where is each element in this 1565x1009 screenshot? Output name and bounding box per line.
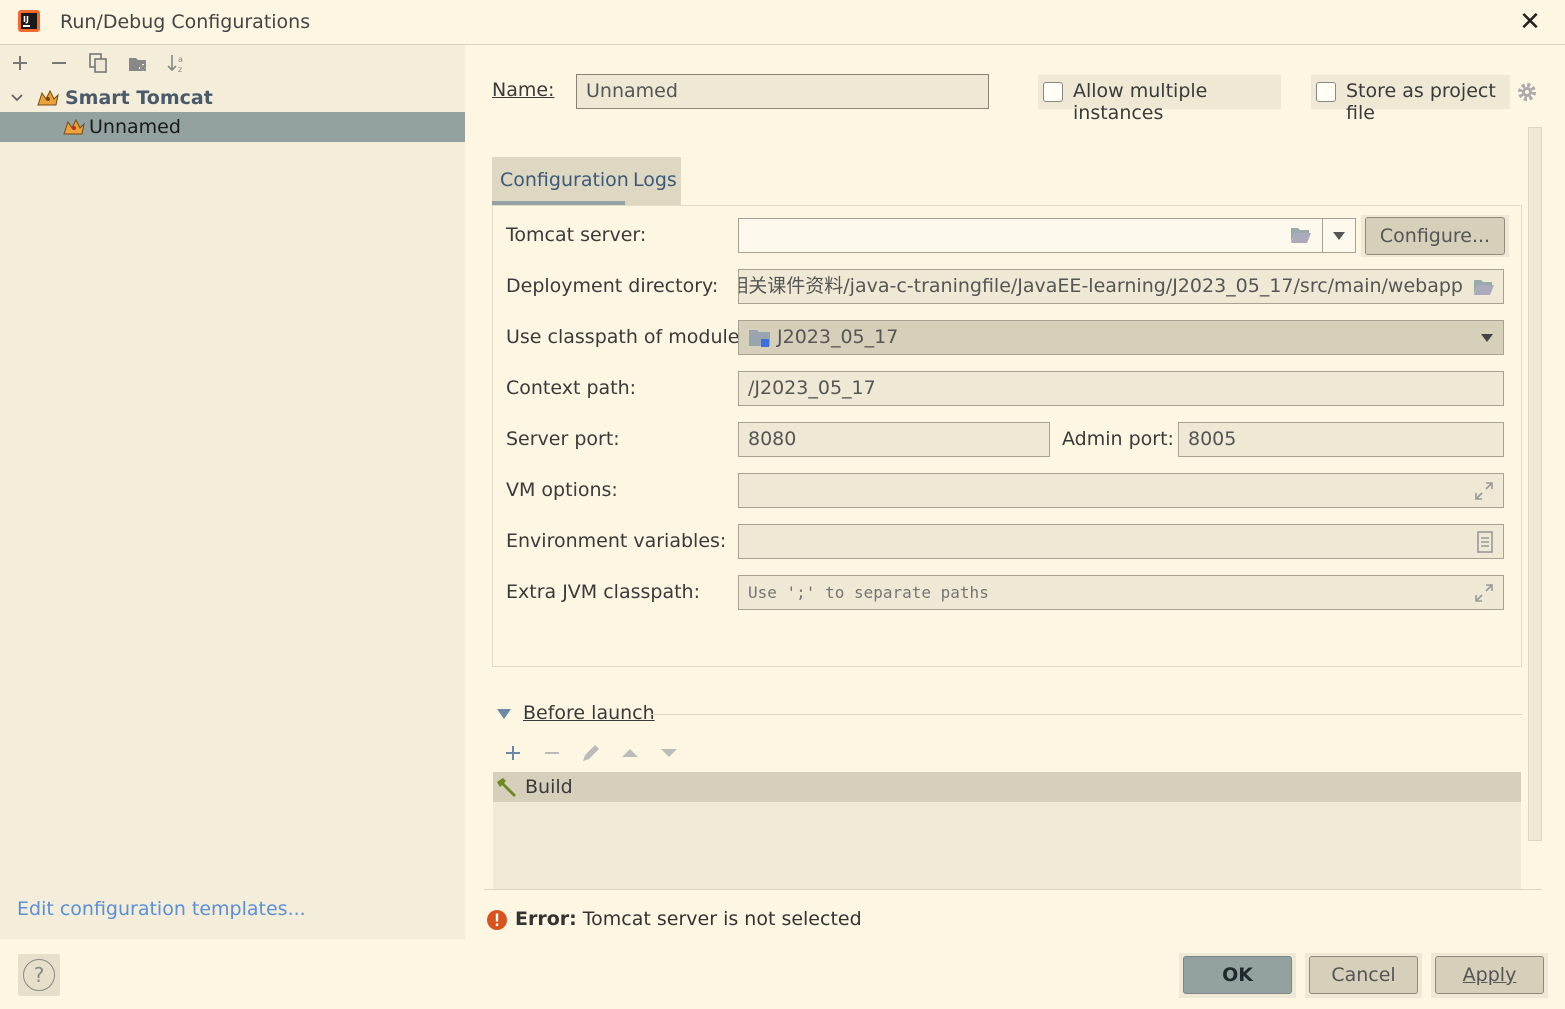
folder-add-icon[interactable] [127,52,149,74]
error-text: Tomcat server is not selected [582,908,862,930]
help-button[interactable]: ? [18,954,60,996]
scrollbar[interactable] [1528,127,1542,841]
context-path-input[interactable]: /J2023_05_17 [738,371,1504,406]
error-icon [487,910,507,930]
module-value: J2023_05_17 [777,326,899,348]
expand-icon[interactable] [1474,583,1494,603]
collapse-triangle-icon[interactable] [496,708,512,720]
svg-text:IJ: IJ [23,15,29,24]
allow-multiple-option[interactable]: Allow multiple instances [1038,75,1281,124]
store-project-label: Store as project file [1346,80,1496,124]
tree-group-label: Smart Tomcat [65,87,213,109]
hammer-icon [497,778,516,797]
admin-port-input[interactable]: 8005 [1178,422,1504,457]
module-select[interactable]: J2023_05_17 [738,320,1504,355]
help-icon: ? [23,959,55,991]
server-port-input[interactable]: 8080 [738,422,1050,457]
allow-multiple-checkbox[interactable] [1043,82,1063,102]
tree-group-smart-tomcat[interactable]: Smart Tomcat [0,83,465,113]
tree-item-unnamed[interactable]: Unnamed [0,112,465,142]
tomcat-server-dropdown[interactable] [1322,218,1356,253]
extra-jvm-input[interactable] [738,575,1504,610]
store-project-checkbox[interactable] [1316,82,1336,102]
admin-port-label: Admin port: [1062,428,1174,450]
tomcat-server-label: Tomcat server: [506,224,647,246]
chevron-down-icon[interactable] [10,91,24,105]
tree-item-label: Unnamed [89,116,181,138]
remove-icon[interactable] [541,742,563,764]
svg-text:a: a [178,55,183,64]
intellij-app-icon: IJ [18,10,40,32]
configure-button-wrap: Configure... [1361,215,1509,257]
window-title: Run/Debug Configurations [60,11,311,33]
cancel-button[interactable]: Cancel [1309,956,1418,994]
gear-icon[interactable] [1516,81,1538,103]
edit-icon[interactable] [580,742,602,764]
env-vars-label: Environment variables: [506,530,727,552]
ok-button-wrap: OK [1179,953,1296,998]
add-icon[interactable] [502,742,524,764]
move-down-icon[interactable] [658,742,680,764]
name-label: Name: [492,79,555,101]
copy-icon[interactable] [87,52,109,74]
tab-logs[interactable]: Logs [633,157,677,205]
name-input[interactable]: Unnamed [576,74,989,109]
tomcat-icon [37,89,59,106]
chevron-down-icon[interactable] [1480,333,1494,343]
add-icon[interactable] [9,52,31,74]
tomcat-icon [63,118,85,135]
before-launch-title: Before launch [523,702,655,724]
store-project-option[interactable]: Store as project file [1311,75,1510,124]
folder-open-icon[interactable] [1290,225,1312,245]
cancel-button-wrap: Cancel [1305,953,1422,998]
configure-button[interactable]: Configure... [1365,217,1505,255]
module-folder-icon [749,330,770,347]
vm-options-input[interactable] [738,473,1504,508]
move-up-icon[interactable] [619,742,641,764]
status-divider [484,889,1542,890]
svg-text:z: z [178,65,182,74]
deployment-dir-label: Deployment directory: [506,275,719,297]
list-item-label: Build [525,776,573,798]
sort-icon[interactable]: az [166,52,188,74]
expand-icon[interactable] [1474,481,1494,501]
ok-button[interactable]: OK [1183,956,1292,994]
deployment-dir-input[interactable]: ++相关课件资料/java-c-traningfile/JavaEE-learn… [738,269,1504,304]
remove-icon[interactable] [48,52,70,74]
module-label: Use classpath of module: [506,326,746,348]
before-launch-divider [650,714,1522,715]
tab-configuration[interactable]: Configuration [492,157,629,205]
list-item[interactable]: Build [493,772,1521,802]
allow-multiple-label: Allow multiple instances [1073,80,1208,124]
extra-jvm-label: Extra JVM classpath: [506,581,700,603]
apply-button-wrap: Apply [1431,953,1548,998]
deployment-dir-value: ++相关课件资料/java-c-traningfile/JavaEE-learn… [738,275,1463,297]
server-port-label: Server port: [506,428,620,450]
sidebar [0,45,465,939]
chevron-down-icon [1333,232,1345,240]
tomcat-server-input[interactable] [738,218,1324,253]
context-path-label: Context path: [506,377,637,399]
folder-open-icon[interactable] [1473,277,1495,297]
document-icon[interactable] [1476,531,1494,553]
error-message: Error: Tomcat server is not selected [515,908,862,930]
vm-options-label: VM options: [506,479,618,501]
env-vars-input[interactable] [738,524,1504,559]
error-prefix: Error: [515,908,577,930]
close-icon[interactable]: ✕ [1516,8,1544,36]
apply-button[interactable]: Apply [1435,956,1544,994]
edit-templates-link[interactable]: Edit configuration templates... [17,898,306,920]
